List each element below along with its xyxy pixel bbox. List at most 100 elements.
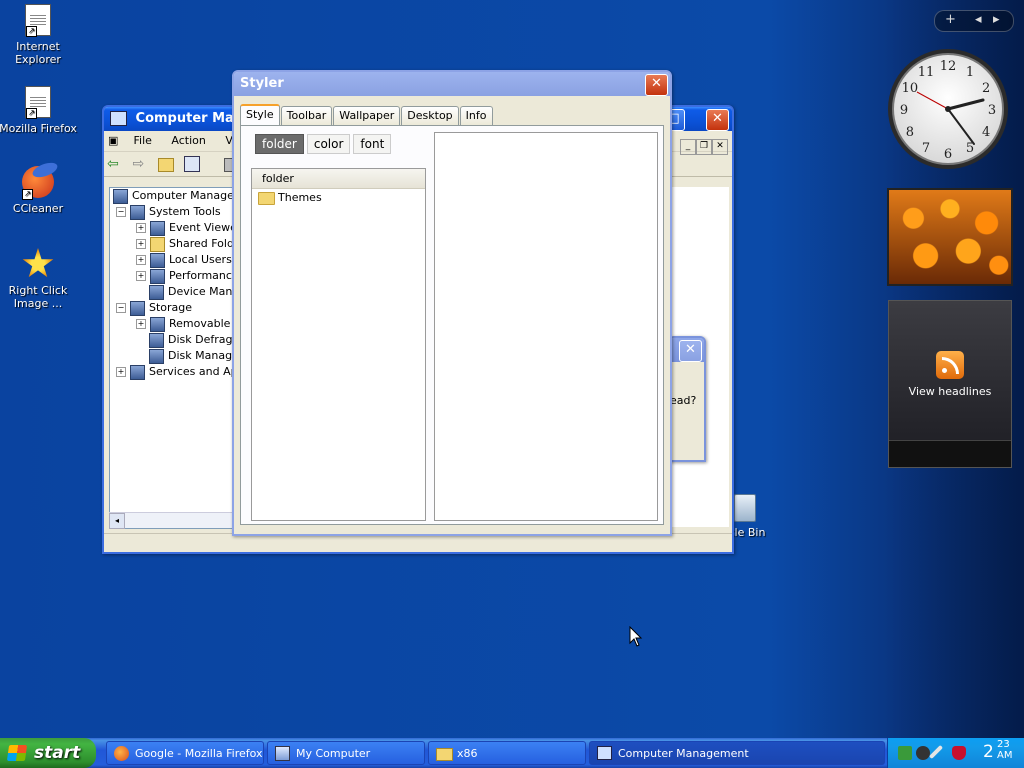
storage-icon — [130, 300, 145, 316]
disk-management-icon — [149, 348, 164, 364]
feed-headlines-gadget[interactable]: View headlines — [888, 300, 1012, 468]
network-icon[interactable] — [898, 746, 912, 760]
styler-titlebar[interactable]: Styler ✕ — [234, 72, 670, 96]
taskbar-button-firefox[interactable]: Google - Mozilla Firefox — [106, 741, 264, 765]
folder-list-header[interactable]: folder — [252, 169, 425, 189]
security-shield-icon[interactable] — [952, 746, 966, 760]
tree-item[interactable]: + Local Users a — [110, 252, 234, 268]
add-gadget-button[interactable]: + — [945, 12, 956, 27]
next-gadgets-button[interactable]: ▸ — [993, 12, 1000, 27]
tree-item[interactable]: − Storage — [110, 300, 234, 316]
tools-tray-icon[interactable] — [928, 744, 944, 760]
tree-item[interactable]: − System Tools — [110, 204, 234, 220]
clock-number: 3 — [988, 103, 996, 118]
clock-minute: 23 — [997, 739, 1010, 750]
expand-icon[interactable]: + — [136, 319, 146, 329]
tree-item-label: Device Manag — [168, 285, 234, 298]
defrag-icon — [149, 332, 164, 348]
desktop-icon-label: CCleaner — [12, 202, 64, 215]
menu-action[interactable]: Action — [163, 131, 213, 151]
dialog-close-button[interactable]: ✕ — [679, 340, 702, 362]
style-preview-pane — [434, 132, 658, 521]
right-click-image-icon — [22, 248, 54, 278]
feed-gadget-footer — [889, 440, 1011, 467]
subtab-color[interactable]: color — [306, 134, 351, 154]
performance-icon — [150, 268, 165, 284]
shared-folders-icon — [150, 236, 165, 252]
tree-item[interactable]: + Services and App — [110, 364, 234, 380]
mmc-icon: ▣ — [108, 134, 119, 147]
tree-item-label: Computer Manageme — [132, 189, 234, 202]
start-button[interactable]: start — [0, 738, 96, 768]
expand-icon[interactable]: + — [136, 239, 146, 249]
clock-number: 10 — [902, 81, 919, 96]
scroll-left-icon[interactable]: ◂ — [109, 513, 125, 529]
tree-item[interactable]: + Event Viewer — [110, 220, 234, 236]
tab-desktop[interactable]: Desktop — [401, 106, 459, 125]
desktop-icon-label: Right Click Image ... — [8, 284, 68, 310]
collapse-icon[interactable]: − — [116, 303, 126, 313]
taskbar-button-label: Google - Mozilla Firefox — [135, 747, 263, 760]
tree-item-label: Local Users a — [169, 253, 235, 266]
view-headlines-label[interactable]: View headlines — [889, 385, 1011, 398]
background-dialog[interactable]: ✕ ead? — [668, 336, 706, 462]
firefox-icon: ↗ — [25, 86, 51, 119]
expand-icon[interactable]: + — [116, 367, 126, 377]
list-item-label: Themes — [278, 191, 322, 204]
close-button[interactable]: ✕ — [645, 74, 668, 96]
desktop-icon-label: Mozilla Firefox — [0, 122, 77, 135]
clock-number: 12 — [940, 59, 957, 74]
expand-icon[interactable]: + — [136, 255, 146, 265]
tree-item[interactable]: Disk Manager — [110, 348, 234, 364]
tree-item[interactable]: Computer Manageme — [110, 188, 234, 204]
menu-file[interactable]: File — [126, 131, 160, 151]
up-folder-icon[interactable] — [158, 158, 174, 172]
my-computer-icon — [275, 746, 290, 761]
subtab-folder[interactable]: folder — [255, 134, 304, 154]
tree-item-label: Event Viewer — [169, 221, 235, 234]
desktop-icon-ccleaner[interactable]: ↗ CCleaner — [0, 166, 78, 215]
clock-gadget[interactable]: 12 1234567891011 — [887, 48, 1009, 170]
desktop-icon-label: Internet Explorer — [15, 40, 61, 66]
desktop-icon-firefox[interactable]: ↗ Mozilla Firefox — [0, 86, 78, 135]
back-arrow-icon[interactable]: ⇦ — [107, 156, 123, 172]
slideshow-gadget[interactable] — [887, 188, 1013, 286]
prev-gadgets-button[interactable]: ◂ — [975, 12, 982, 27]
tree-item[interactable]: + Shared Folde — [110, 236, 234, 252]
taskbar-button-label: x86 — [457, 747, 478, 760]
tab-style[interactable]: Style — [240, 104, 280, 126]
close-button[interactable]: ✕ — [706, 109, 729, 131]
start-label: start — [34, 743, 81, 763]
tab-toolbar[interactable]: Toolbar — [280, 106, 333, 125]
tab-info[interactable]: Info — [459, 106, 493, 125]
folder-listbox[interactable]: folder Themes — [251, 168, 426, 521]
mdi-minimize-button[interactable]: _ — [680, 139, 696, 155]
taskbar-button-x86[interactable]: x86 — [428, 741, 586, 765]
taskbar-button-my-computer[interactable]: My Computer — [267, 741, 425, 765]
tree-item[interactable]: Disk Defragm — [110, 332, 234, 348]
clock-number: 11 — [918, 65, 935, 80]
styler-window[interactable]: Styler ✕ Style Toolbar Wallpaper Desktop… — [232, 70, 672, 536]
folder-icon — [258, 191, 275, 205]
clock-number: 2 — [982, 81, 990, 96]
subtab-font[interactable]: font — [353, 134, 392, 154]
horizontal-scrollbar[interactable]: ◂ — [109, 512, 233, 529]
show-hide-tree-icon[interactable] — [183, 156, 200, 172]
list-item[interactable]: Themes — [252, 189, 425, 207]
tray-app-icon[interactable] — [916, 746, 930, 760]
dialog-titlebar[interactable]: ✕ — [670, 338, 704, 362]
tree-item[interactable]: + Removable S — [110, 316, 234, 332]
tab-wallpaper[interactable]: Wallpaper — [333, 106, 401, 125]
expand-icon[interactable]: + — [136, 223, 146, 233]
collapse-icon[interactable]: − — [116, 207, 126, 217]
mdi-restore-button[interactable]: ❐ — [696, 139, 712, 155]
forward-arrow-icon[interactable]: ⇨ — [133, 156, 149, 172]
expand-icon[interactable]: + — [136, 271, 146, 281]
tree-item[interactable]: Device Manag — [110, 284, 234, 300]
desktop-icon-right-click-image[interactable]: Right Click Image ... — [0, 248, 78, 310]
tree-item-label: Disk Manager — [168, 349, 234, 362]
desktop-icon-internet-explorer[interactable]: ↗ Internet Explorer — [0, 4, 78, 66]
taskbar-button-computer-management[interactable]: Computer Management — [589, 741, 885, 765]
tree-item[interactable]: + Performance — [110, 268, 234, 284]
mdi-close-button[interactable]: ✕ — [712, 139, 728, 155]
